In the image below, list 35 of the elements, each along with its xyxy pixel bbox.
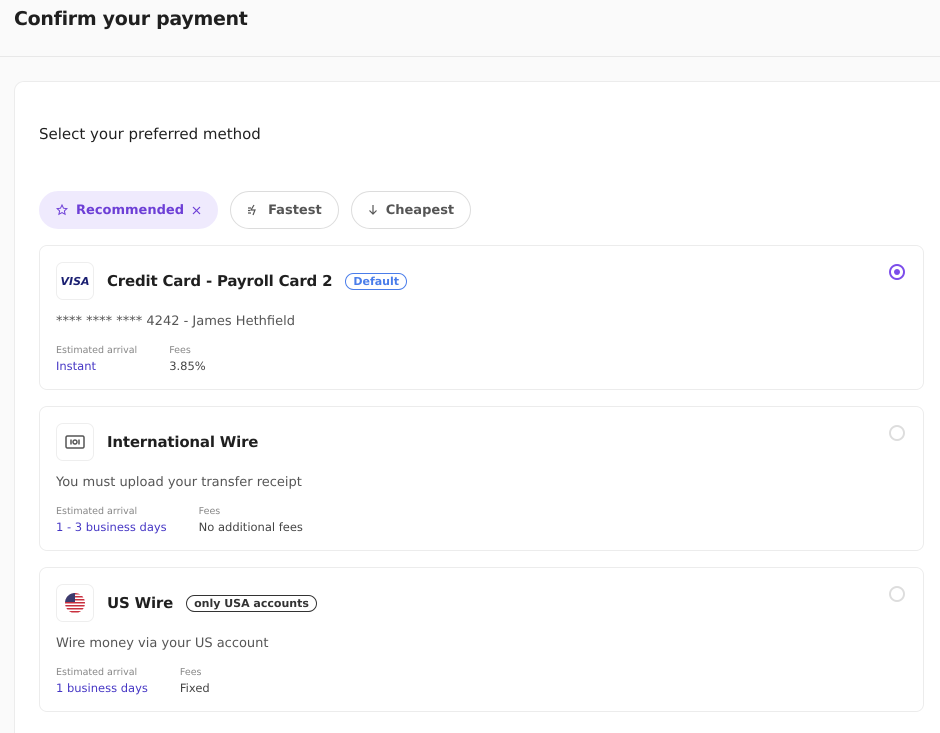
method-name: US Wire — [107, 594, 174, 612]
fees-label: Fees — [198, 506, 222, 517]
filter-chip[interactable]: Fastest — [230, 191, 339, 229]
fees-value: 3.85% — [169, 359, 206, 373]
star-icon — [56, 204, 68, 216]
arrival-label: Estimated arrival — [56, 345, 138, 356]
filter-chip[interactable]: Cheapest — [350, 191, 472, 229]
method-name: Credit Card - Payroll Card 2 — [107, 272, 332, 290]
filter-chip[interactable]: Recommended — [39, 191, 218, 229]
arrow-down-icon — [368, 204, 378, 216]
arrival-value: 1 - 3 business days — [56, 520, 167, 534]
close-icon[interactable] — [192, 206, 202, 214]
fees-label: Fees — [180, 667, 202, 678]
payment-method-card[interactable]: VISA Credit Card - Payroll Card 2 Default **** **** **** 4242 - James Hethfield Estimated arrival Instant Fees 3.85% — [39, 245, 924, 390]
arrival-label: Estimated arrival — [56, 667, 138, 678]
fees-value: Fixed — [180, 681, 210, 695]
payment-method-card[interactable]: US Wire only USA accounts Wire money via your US account Estimated arrival 1 business days Fees Fixed — [39, 567, 924, 712]
section-title: Select your preferred method — [39, 125, 261, 143]
method-description: **** **** **** 4242 - James Hethfield — [56, 314, 296, 329]
fees-label: Fees — [169, 345, 192, 356]
page-title: Confirm your payment — [14, 8, 248, 30]
flag-icon — [65, 593, 85, 613]
arrival-label: Estimated arrival — [56, 506, 138, 517]
method-description: You must upload your transfer receipt — [56, 475, 303, 490]
fees-value: No additional fees — [198, 520, 303, 534]
arrival-value: Instant — [56, 359, 98, 373]
payment-method-card[interactable]: International Wire You must upload your transfer receipt Estimated arrival 1 - 3 business days Fees No additional fees — [39, 406, 924, 551]
method-badge: only USA accounts — [186, 594, 317, 612]
visa-logo: VISA — [56, 262, 94, 300]
method-badge: Default — [345, 272, 408, 290]
method-name: International Wire — [107, 433, 258, 451]
banknote-icon — [65, 435, 85, 449]
method-description: Wire money via your US account — [56, 636, 270, 651]
arrival-value: 1 business days — [56, 681, 148, 695]
radio-button[interactable] — [889, 264, 905, 280]
